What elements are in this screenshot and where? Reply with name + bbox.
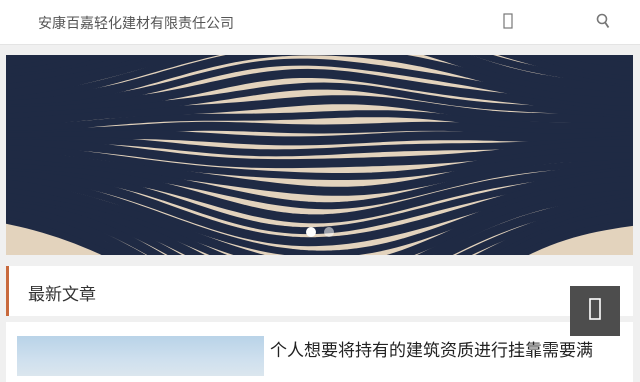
carousel-dot-2[interactable] (323, 227, 334, 237)
article-title[interactable]: 个人想要将持有的建筑资质进行挂靠需要满 (270, 336, 615, 361)
site-title[interactable]: 安康百嘉轻化建材有限责任公司 (38, 13, 234, 33)
article-list-item[interactable]: 个人想要将持有的建筑资质进行挂靠需要满 (6, 322, 633, 382)
search-icon[interactable] (595, 12, 611, 30)
carousel-dot-1[interactable] (305, 227, 316, 237)
site-header: 安康百嘉轻化建材有限责任公司 (0, 0, 640, 45)
section-title: 最新文章 (28, 285, 96, 305)
carousel-dots (6, 227, 633, 237)
banner-image (6, 55, 633, 255)
latest-articles-header: 最新文章 (6, 266, 633, 316)
arrow-up-icon (589, 298, 601, 324)
banner-carousel[interactable] (6, 55, 633, 255)
menu-icon[interactable] (500, 12, 516, 30)
article-thumbnail[interactable] (17, 336, 264, 376)
back-to-top-button[interactable] (570, 286, 620, 336)
